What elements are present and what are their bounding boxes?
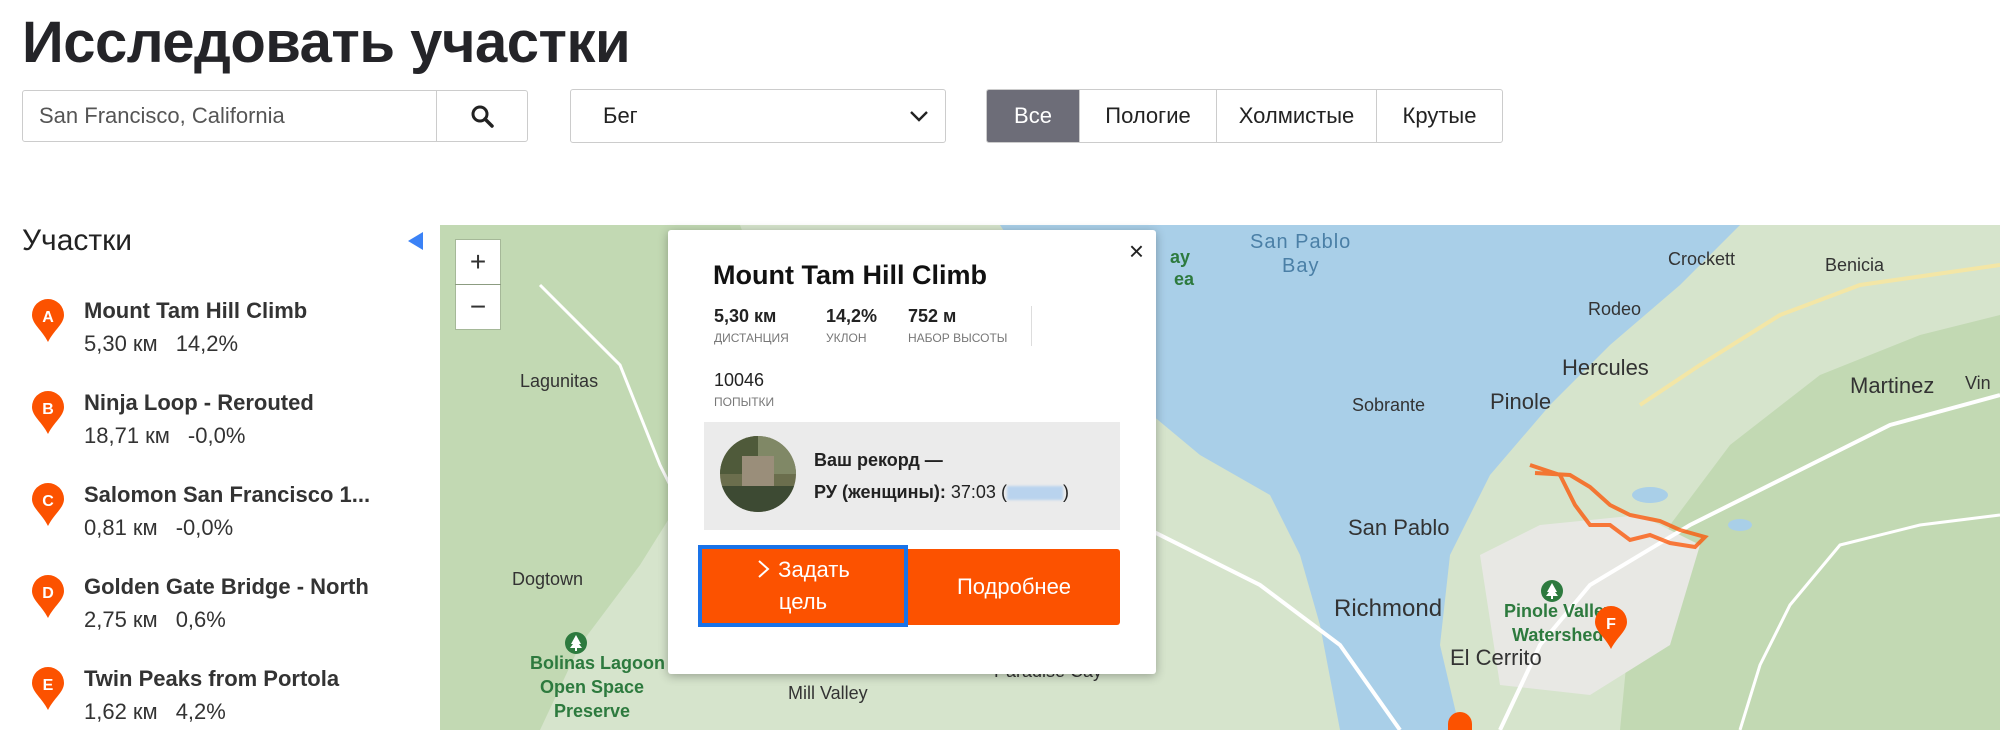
- personal-record: Ваш рекорд — РУ (женщины): 37:03 (): [704, 422, 1120, 530]
- map-label: Bolinas Lagoon: [530, 653, 665, 673]
- segment-list-item[interactable]: B Ninja Loop - Rerouted 18,71 км -0,0%: [30, 390, 314, 449]
- segment-distance: 0,81 км: [84, 515, 158, 540]
- map-pin[interactable]: [1448, 712, 1472, 730]
- search-input[interactable]: [23, 91, 436, 141]
- map-label: ay: [1170, 247, 1191, 267]
- stat-distance: 5,30 км Дистанция: [714, 306, 789, 345]
- map-label: Crockett: [1668, 249, 1736, 269]
- record-detail: РУ (женщины): 37:03 (): [814, 482, 1069, 502]
- segment-distance: 18,71 км: [84, 423, 170, 448]
- segment-grade: -0,0%: [175, 515, 234, 540]
- record-title: Ваш рекорд —: [814, 450, 943, 470]
- stat-attempts: 10046 Попытки: [714, 370, 775, 409]
- map-label: ea: [1174, 269, 1195, 289]
- segment-name[interactable]: Salomon San Francisco 1...: [84, 482, 370, 508]
- map-label: Bay: [1282, 255, 1320, 277]
- terrain-filter: Все Пологие Холмистые Крутые: [986, 89, 1503, 143]
- search-button[interactable]: [436, 91, 527, 141]
- sport-select-value: Бег: [603, 103, 638, 128]
- map-label: Benicia: [1825, 255, 1885, 275]
- segment-grade: 4,2%: [175, 699, 226, 724]
- segment-popup: × Mount Tam Hill Climb 5,30 км Дистанция…: [668, 230, 1156, 674]
- svg-text:E: E: [43, 677, 54, 694]
- map-label: Hercules: [1562, 355, 1649, 380]
- map-label: Vin: [1965, 373, 1991, 393]
- stat-grade: 14,2% Уклон: [826, 306, 878, 345]
- map-label: San Pablo: [1250, 231, 1352, 253]
- map-label: Martinez: [1850, 373, 1935, 398]
- search-box: [22, 90, 528, 142]
- divider: [1031, 306, 1032, 346]
- svg-text:C: C: [42, 493, 54, 510]
- tab-all[interactable]: Все: [987, 90, 1079, 142]
- tree-icon: [1541, 580, 1563, 602]
- map-label: Richmond: [1334, 595, 1443, 622]
- segment-distance: 2,75 км: [84, 607, 158, 632]
- map-label: Preserve: [554, 701, 631, 721]
- map-label: Watershed: [1512, 625, 1604, 645]
- map-label: Dogtown: [512, 569, 584, 589]
- segment-grade: 14,2%: [175, 331, 239, 356]
- flag-chevron-icon: [758, 560, 770, 578]
- pin-d-icon: D: [30, 574, 66, 620]
- svg-text:A: A: [42, 309, 54, 326]
- stat-elevation: 752 м Набор высоты: [908, 306, 1008, 345]
- map-label: Mill Valley: [788, 683, 868, 703]
- details-button[interactable]: Подробнее: [908, 549, 1120, 625]
- segment-list-item[interactable]: C Salomon San Francisco 1... 0,81 км -0,0…: [30, 482, 370, 541]
- map-label: Lagunitas: [520, 371, 599, 391]
- segment-grade: 0,6%: [175, 607, 226, 632]
- segment-list-item[interactable]: D Golden Gate Bridge - North 2,75 км 0,6%: [30, 574, 369, 633]
- tab-steep[interactable]: Крутые: [1376, 90, 1502, 142]
- pin-c-icon: C: [30, 482, 66, 528]
- segment-distance: 1,62 км: [84, 699, 158, 724]
- collapse-sidebar-icon[interactable]: [408, 232, 423, 250]
- page-title: Исследовать участки: [22, 10, 631, 75]
- segment-distance: 5,30 км: [84, 331, 158, 356]
- svg-text:F: F: [1606, 616, 1616, 633]
- map-label: Sobrante: [1352, 395, 1426, 415]
- svg-text:D: D: [42, 585, 54, 602]
- map-label: San Pablo: [1348, 515, 1450, 540]
- svg-text:B: B: [42, 401, 54, 418]
- segment-list-item[interactable]: E Twin Peaks from Portola 1,62 км 4,2%: [30, 666, 339, 725]
- zoom-out-button[interactable]: −: [456, 285, 500, 329]
- popup-title: Mount Tam Hill Climb: [713, 260, 987, 290]
- map-label: Pinole: [1490, 389, 1552, 414]
- segment-list-item[interactable]: A Mount Tam Hill Climb 5,30 км 14,2%: [30, 298, 307, 357]
- segment-name[interactable]: Mount Tam Hill Climb: [84, 298, 307, 324]
- tab-flat[interactable]: Пологие: [1079, 90, 1216, 142]
- segment-name[interactable]: Golden Gate Bridge - North: [84, 574, 369, 600]
- set-goal-button[interactable]: Задать цель: [698, 545, 908, 627]
- avatar: [720, 436, 796, 512]
- pin-a-icon: A: [30, 298, 66, 344]
- chevron-down-icon: [910, 111, 928, 122]
- map-label: El Cerrito: [1450, 645, 1542, 670]
- segment-name[interactable]: Ninja Loop - Rerouted: [84, 390, 314, 416]
- pin-e-icon: E: [30, 666, 66, 712]
- segment-grade: -0,0%: [187, 423, 246, 448]
- zoom-in-button[interactable]: +: [456, 240, 500, 284]
- map-label: Rodeo: [1588, 299, 1642, 319]
- pin-b-icon: B: [30, 390, 66, 436]
- map-pin-f[interactable]: F: [1593, 605, 1629, 651]
- sport-select[interactable]: Бег: [570, 89, 946, 143]
- sidebar-title: Участки: [22, 224, 132, 257]
- close-icon[interactable]: ×: [1129, 236, 1144, 267]
- search-icon: [471, 105, 494, 128]
- map-label: Open Space: [540, 677, 645, 697]
- tree-icon: [565, 632, 587, 654]
- segment-name[interactable]: Twin Peaks from Portola: [84, 666, 339, 692]
- tab-hilly[interactable]: Холмистые: [1216, 90, 1376, 142]
- blurred-date: [1006, 486, 1063, 501]
